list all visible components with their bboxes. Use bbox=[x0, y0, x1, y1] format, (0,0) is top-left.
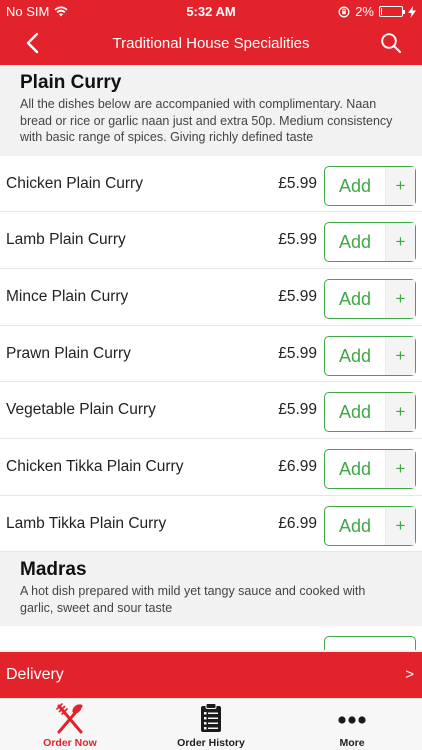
menu-item-row: Chicken Plain Curry £5.99 Add + bbox=[0, 155, 422, 213]
add-button[interactable] bbox=[324, 636, 416, 650]
charging-bolt-icon bbox=[408, 5, 416, 18]
add-label: Add bbox=[338, 175, 372, 196]
plus-icon: + bbox=[385, 223, 415, 262]
tab-label: Order Now bbox=[43, 737, 97, 749]
menu-item-row: Lamb Plain Curry £5.99 Add + bbox=[0, 212, 422, 269]
item-name: Lamb Plain Curry bbox=[6, 231, 126, 249]
add-button[interactable]: Add + bbox=[324, 222, 416, 263]
status-bar: No SIM 5:32 AM 2% bbox=[0, 0, 422, 22]
item-name: Chicken Plain Curry bbox=[6, 174, 143, 192]
section-description: A hot dish prepared with mild yet tangy … bbox=[20, 584, 366, 615]
menu-item-row: Mince Plain Curry £5.99 Add + bbox=[0, 268, 422, 326]
search-icon[interactable] bbox=[380, 32, 402, 54]
menu-item-row: Lamb Tikka Plain Curry £6.99 Add + bbox=[0, 495, 422, 553]
add-button[interactable]: Add + bbox=[324, 278, 416, 319]
section-title: Plain Curry bbox=[20, 72, 122, 93]
item-name: Mince Plain Curry bbox=[6, 287, 129, 305]
add-label: Add bbox=[338, 288, 372, 309]
add-label: Add bbox=[338, 345, 372, 366]
plus-icon: + bbox=[385, 449, 415, 488]
item-price: £6.99 bbox=[278, 457, 317, 475]
item-name: Chicken Tikka Plain Curry bbox=[6, 457, 184, 475]
add-label: Add bbox=[338, 458, 372, 479]
tab-more[interactable]: More bbox=[282, 699, 422, 750]
rotation-lock-icon bbox=[338, 6, 350, 17]
plus-icon: + bbox=[385, 393, 415, 432]
tab-order-now[interactable]: Order Now bbox=[0, 699, 140, 750]
battery-percent: 2% bbox=[355, 4, 374, 19]
item-price: £5.99 bbox=[278, 401, 317, 419]
tab-bar: Order Now Order History More bbox=[0, 698, 422, 750]
add-button[interactable]: Add + bbox=[324, 392, 416, 433]
add-label: Add bbox=[338, 402, 372, 423]
add-button[interactable]: Add + bbox=[324, 335, 416, 376]
tab-label: More bbox=[339, 737, 365, 749]
menu-item-row: Vegetable Plain Curry £5.99 Add + bbox=[0, 382, 422, 439]
battery-icon bbox=[379, 6, 405, 17]
plus-icon: + bbox=[385, 506, 415, 545]
tab-order-history[interactable]: Order History bbox=[141, 699, 281, 750]
add-button[interactable]: Add + bbox=[324, 165, 416, 206]
menu-item-row: Chicken Tikka Plain Curry £6.99 Add + bbox=[0, 438, 422, 496]
item-price: £5.99 bbox=[278, 231, 317, 249]
plus-icon: + bbox=[385, 166, 415, 205]
fork-knife-icon bbox=[56, 703, 83, 734]
page-title: Traditional House Specialities bbox=[112, 35, 310, 52]
menu-item-row bbox=[0, 626, 422, 650]
section-title: Madras bbox=[20, 559, 87, 581]
item-name: Vegetable Plain Curry bbox=[6, 401, 156, 419]
item-name: Lamb Tikka Plain Curry bbox=[6, 514, 167, 532]
add-button[interactable]: Add + bbox=[324, 505, 416, 546]
menu-list[interactable]: Plain Curry All the dishes below are acc… bbox=[0, 65, 422, 650]
item-price: £5.99 bbox=[278, 174, 317, 192]
add-label: Add bbox=[338, 232, 372, 253]
section-header: Madras A hot dish prepared with mild yet… bbox=[0, 552, 422, 627]
menu-item-row: Prawn Plain Curry £5.99 Add + bbox=[0, 325, 422, 383]
more-dots-icon bbox=[338, 716, 366, 724]
item-price: £5.99 bbox=[278, 344, 317, 362]
add-button[interactable]: Add + bbox=[324, 448, 416, 489]
clipboard-icon bbox=[201, 703, 221, 732]
section-description: All the dishes below are accompanied wit… bbox=[20, 97, 393, 144]
tab-label: Order History bbox=[177, 737, 245, 749]
add-label: Add bbox=[338, 515, 372, 536]
plus-icon: + bbox=[385, 279, 415, 318]
delivery-arrow-icon: > bbox=[405, 666, 414, 683]
item-price: £5.99 bbox=[278, 287, 317, 305]
delivery-label: Delivery bbox=[6, 666, 64, 683]
item-name: Prawn Plain Curry bbox=[6, 344, 131, 362]
plus-icon: + bbox=[385, 336, 415, 375]
delivery-bar[interactable]: Delivery > bbox=[0, 652, 422, 698]
item-price: £6.99 bbox=[278, 514, 317, 532]
nav-bar: Traditional House Specialities bbox=[0, 22, 422, 65]
section-header: Plain Curry All the dishes below are acc… bbox=[0, 65, 422, 156]
